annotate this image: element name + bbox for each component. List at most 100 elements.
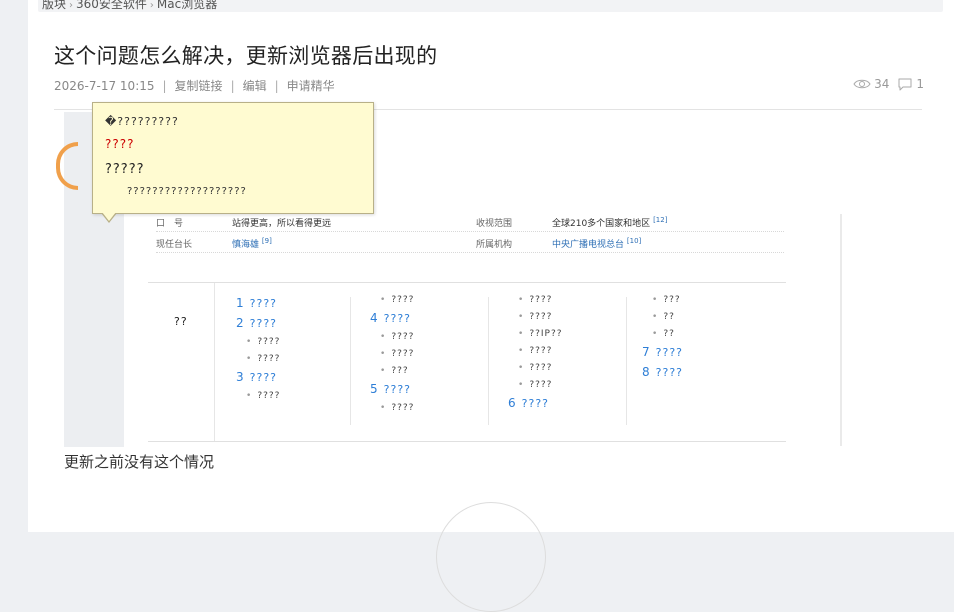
toc-entry[interactable]: 7???? (642, 342, 683, 362)
info-value: 慎海雄 [9] (232, 237, 272, 250)
toc-subentry[interactable]: •??? (642, 291, 683, 308)
reference-mark[interactable]: [9] (262, 237, 272, 245)
view-count: 34 (853, 77, 889, 91)
toc-subentry[interactable]: •??? (370, 362, 414, 379)
toc-subentry-label: ???? (257, 390, 281, 401)
toc-subentry[interactable]: • ??IP?? (508, 325, 563, 342)
toc-entry[interactable]: 3???? (236, 367, 280, 387)
toc-subentry-label: ?? (663, 328, 675, 339)
breadcrumb-item[interactable]: Mac浏览器 (157, 0, 217, 11)
breadcrumb: 版块 › 360安全软件 › Mac浏览器 (42, 0, 217, 12)
toc-subentry-label: ???? (391, 331, 415, 342)
avatar-circle-placeholder (436, 502, 546, 612)
toc-entry-label: ???? (383, 382, 411, 396)
info-value: 全球210多个国家和地区 [12] (552, 216, 667, 229)
tooltip-line: ??????????????????? (127, 186, 247, 197)
table-of-contents: ?? 1???? 2???? •???? •???? 3???? •???? •???? 4… (148, 282, 786, 442)
toc-subentry[interactable]: •???? (370, 328, 414, 345)
view-count-value: 34 (874, 77, 890, 91)
post-date: 2026-7-17 10:15 (54, 78, 155, 93)
toc-entry-number: 1 (236, 296, 244, 310)
toc-subentry[interactable]: •???? (370, 399, 414, 416)
toc-subentry-label: ??? (663, 294, 681, 305)
toc-entry[interactable]: 1???? (236, 293, 280, 313)
bullet-icon: • (518, 345, 525, 356)
toc-subentry[interactable]: •???? (370, 345, 414, 362)
toc-subentry[interactable]: •?? (642, 325, 683, 342)
breadcrumb-item[interactable]: 版块 (42, 0, 66, 11)
edit-button[interactable]: 编辑 (243, 77, 267, 94)
toc-column-3: •???? •???? • ??IP?? •???? •???? •???? 6???? (508, 291, 563, 413)
toc-subentry-label: ?? (663, 311, 675, 322)
toc-subentry[interactable]: •???? (508, 308, 563, 325)
toc-subentry-label: ???? (257, 336, 281, 347)
info-value-text: 全球210多个国家和地区 (552, 219, 651, 229)
toc-subentry[interactable]: •???? (236, 333, 280, 350)
eye-icon (853, 79, 871, 89)
toc-entry[interactable]: 5???? (370, 379, 414, 399)
tooltip-arrow (101, 212, 117, 223)
info-value-link[interactable]: 慎海雄 (232, 240, 259, 250)
bullet-icon: • (246, 390, 253, 401)
info-row: 口 号 站得更高，所以看得更远 收视范围 全球210多个国家和地区 [12] (156, 212, 784, 232)
bullet-icon: • (652, 311, 659, 322)
toc-entry-label: ???? (383, 311, 411, 325)
bullet-icon: • (652, 328, 659, 339)
meta-divider: | (162, 78, 167, 93)
toc-column-2: •???? 4???? •???? •???? •??? 5???? •???? (370, 291, 414, 416)
info-key: 所属机构 (476, 240, 513, 250)
reference-mark[interactable]: [10] (627, 237, 641, 245)
bullet-icon: • (518, 328, 525, 339)
info-value: 站得更高，所以看得更远 (232, 219, 332, 229)
apply-featured-button[interactable]: 申请精华 (287, 77, 335, 94)
toc-divider (214, 283, 215, 441)
toc-subentry[interactable]: •???? (370, 291, 414, 308)
reference-mark[interactable]: [12] (653, 216, 667, 224)
toc-entry[interactable]: 2???? (236, 313, 280, 333)
toc-subentry[interactable]: •???? (236, 350, 280, 367)
post-stats: 34 1 (845, 77, 924, 91)
copy-link-button[interactable]: 复制链接 (175, 77, 223, 94)
screenshot-right-edge (840, 214, 842, 446)
breadcrumb-item[interactable]: 360安全软件 (76, 0, 147, 11)
toc-subentry[interactable]: •???? (508, 291, 563, 308)
toc-entry[interactable]: 6???? (508, 393, 563, 413)
toc-entry[interactable]: 4???? (370, 308, 414, 328)
info-key: 收视范围 (476, 219, 513, 229)
comment-count[interactable]: 1 (897, 77, 924, 91)
toc-subentry-label: ???? (391, 348, 415, 359)
toc-subentry[interactable]: •???? (508, 342, 563, 359)
toc-entry[interactable]: 8???? (642, 362, 683, 382)
bullet-icon: • (518, 379, 525, 390)
toc-subentry-label: ??IP?? (529, 328, 563, 339)
toc-entry-label: ???? (655, 365, 683, 379)
toc-entry-number: 8 (642, 365, 650, 379)
toc-entry-number: 4 (370, 311, 378, 325)
comment-count-value: 1 (916, 77, 924, 91)
toc-subentry-label: ???? (257, 353, 281, 364)
bullet-icon: • (380, 402, 387, 413)
tooltip-popup: �????????? ???? ????? ??????????????????… (92, 102, 374, 223)
toc-divider (626, 297, 627, 425)
info-key: 口 号 (156, 219, 184, 229)
meta-divider: | (274, 78, 279, 93)
tooltip-line: ????? (105, 162, 145, 177)
bullet-icon: • (518, 311, 525, 322)
toc-subentry[interactable]: •???? (508, 376, 563, 393)
toc-entry-label: ???? (655, 345, 683, 359)
info-row: 现任台长 慎海雄 [9] 所属机构 中央广播电视总台 [10] (156, 233, 784, 253)
toc-subentry[interactable]: •???? (508, 359, 563, 376)
tooltip-warning-line: ???? (105, 137, 135, 151)
toc-entry-number: 3 (236, 370, 244, 384)
toc-subentry[interactable]: •?? (642, 308, 683, 325)
info-value: 中央广播电视总台 [10] (552, 237, 641, 250)
screenshot-info-panel: 口 号 站得更高，所以看得更远 收视范围 全球210多个国家和地区 [12] 现… (148, 212, 812, 447)
toc-subentry-label: ???? (529, 379, 553, 390)
breadcrumb-separator: › (69, 0, 74, 11)
toc-subentry[interactable]: •???? (236, 387, 280, 404)
toc-subentry-label: ???? (529, 294, 553, 305)
toc-subentry-label: ???? (529, 311, 553, 322)
info-value-link[interactable]: 中央广播电视总台 (552, 240, 624, 250)
toc-entry-number: 2 (236, 316, 244, 330)
toc-entry-label: ???? (521, 396, 549, 410)
